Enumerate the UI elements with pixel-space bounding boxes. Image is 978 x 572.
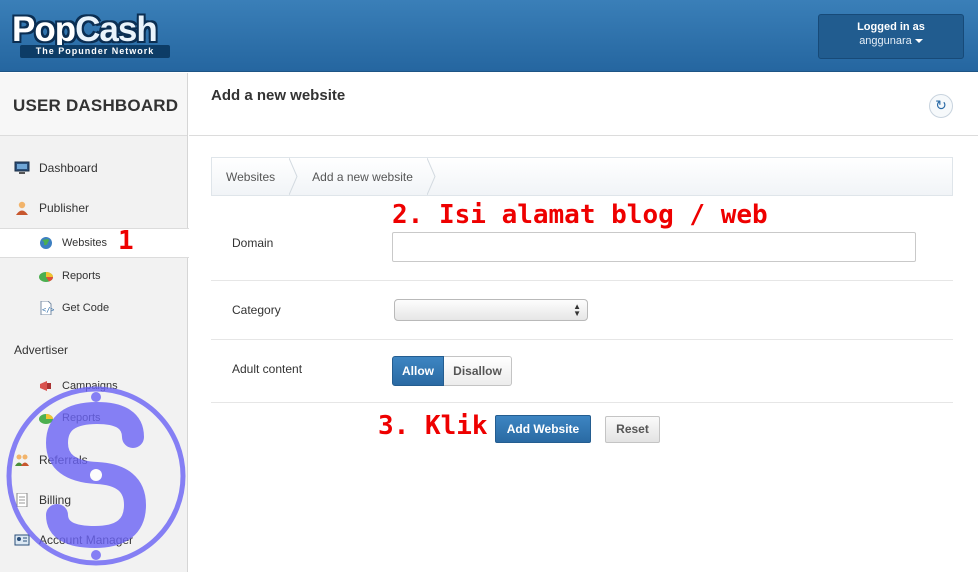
svg-text:</>: </> — [42, 306, 54, 314]
breadcrumb-separator-icon — [289, 158, 298, 195]
username-row[interactable]: anggunara — [819, 35, 963, 47]
domain-input[interactable] — [392, 232, 916, 262]
sidebar-item-publisher[interactable]: Publisher — [0, 193, 188, 223]
breadcrumb-label: Add a new website — [312, 169, 413, 184]
code-file-icon: </> — [40, 301, 54, 315]
page-title: Add a new website — [211, 87, 346, 104]
category-select[interactable]: ▲ ▼ — [394, 299, 588, 321]
sidebar-item-label: Publisher — [39, 201, 90, 215]
refresh-icon[interactable]: ↻ — [929, 94, 953, 118]
sidebar-item-label: Reports — [62, 270, 101, 282]
add-website-button[interactable]: Add Website — [495, 415, 591, 443]
reset-button[interactable]: Reset — [605, 416, 660, 443]
monitor-icon — [14, 161, 30, 174]
user-icon — [16, 201, 28, 215]
logo-tagline: The Popunder Network — [20, 45, 170, 58]
select-arrows-icon: ▲ ▼ — [573, 302, 581, 318]
logo-text: PopCash — [12, 10, 158, 49]
sidebar-item-websites[interactable]: Websites — [0, 228, 189, 258]
sidebar-item-dashboard[interactable]: Dashboard — [0, 153, 188, 183]
annotation-step-2: 2. Isi alamat blog / web — [392, 200, 768, 230]
breadcrumb-item-current: Add a new website — [298, 158, 427, 195]
popcash-logo[interactable]: PopCash The Popunder Network — [12, 10, 174, 60]
sidebar-title: USER DASHBOARD — [0, 73, 187, 136]
allow-button[interactable]: Allow — [392, 356, 444, 386]
breadcrumb-item-websites[interactable]: Websites — [212, 158, 289, 195]
adult-content-label: Adult content — [232, 362, 303, 376]
chevron-down-icon — [914, 39, 923, 44]
pie-chart-icon — [39, 272, 53, 282]
sidebar-item-label: Websites — [62, 237, 108, 249]
breadcrumb-label: Websites — [226, 169, 276, 184]
adult-content-toggle: Allow Disallow — [392, 356, 512, 386]
username: anggunara — [859, 35, 912, 47]
user-menu[interactable]: Logged in as anggunara — [818, 14, 964, 59]
logged-in-label: Logged in as — [857, 21, 925, 33]
page-header: Add a new website ↻ — [189, 73, 978, 136]
disallow-button[interactable]: Disallow — [444, 356, 512, 386]
form-row-adult: Adult content — [211, 340, 953, 403]
top-header: PopCash The Popunder Network Logged in a… — [0, 0, 978, 72]
sidebar-item-label: Get Code — [62, 302, 110, 314]
sidebar-section-advertiser: Advertiser — [14, 343, 69, 357]
breadcrumb: Websites Add a new website — [211, 157, 953, 196]
domain-label: Domain — [232, 236, 274, 250]
watermark-logo — [6, 386, 186, 566]
category-label: Category — [232, 303, 281, 317]
sidebar-item-label: Dashboard — [39, 161, 98, 175]
breadcrumb-separator-icon — [426, 158, 436, 195]
sidebar-item-reports[interactable]: Reports — [0, 261, 188, 291]
globe-icon — [40, 237, 52, 249]
sidebar-item-get-code[interactable]: </> Get Code — [0, 293, 188, 323]
annotation-step-1: 1 — [118, 226, 134, 256]
